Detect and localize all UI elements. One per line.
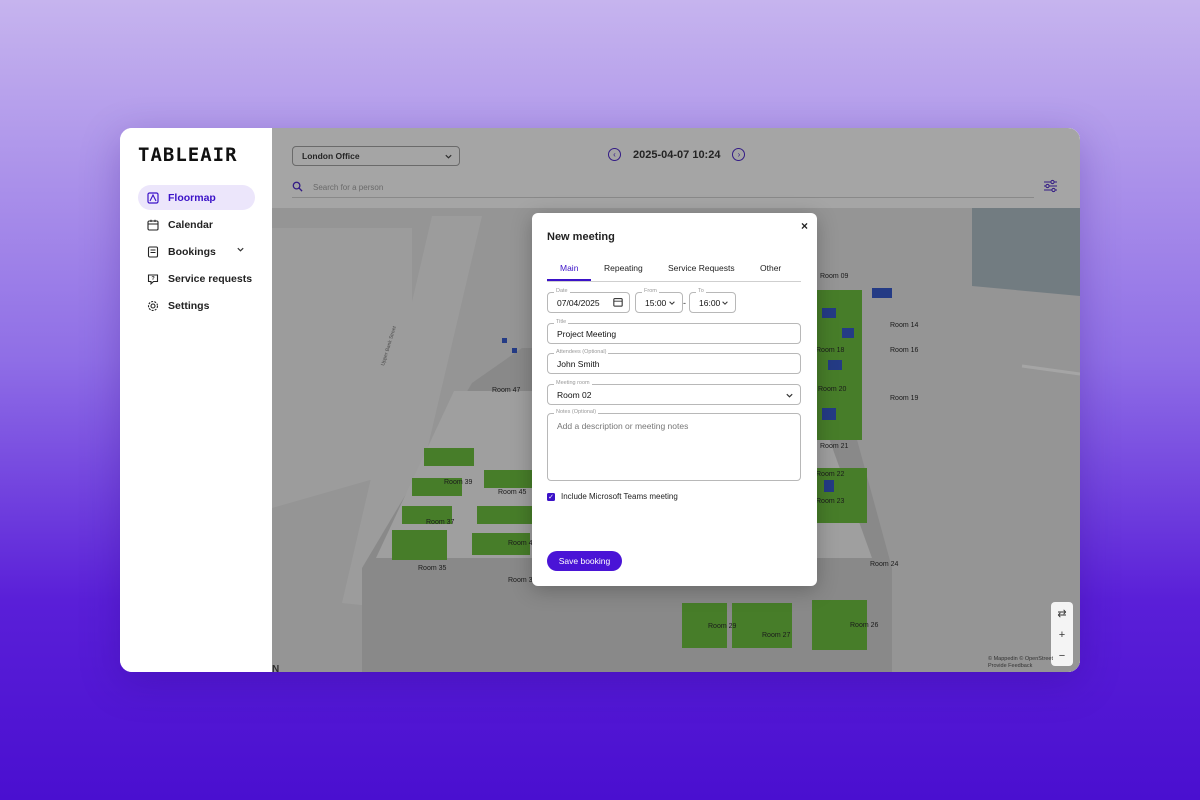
from-value: 15:00 <box>645 297 667 308</box>
sidebar-item-label: Floormap <box>168 191 216 204</box>
teams-checkbox-row[interactable]: ✓ Include Microsoft Teams meeting <box>547 492 678 501</box>
attendees-value: John Smith <box>557 358 600 369</box>
meeting-room-value: Room 02 <box>557 389 592 400</box>
from-time-select[interactable]: From 15:00 <box>635 288 683 313</box>
chevron-down-icon <box>721 299 729 309</box>
to-value: 16:00 <box>699 297 721 308</box>
chevron-down-icon <box>668 299 676 309</box>
dialog-title: New meeting <box>547 231 615 243</box>
meeting-room-select[interactable]: Meeting room Room 02 <box>547 380 801 405</box>
date-value: 07/04/2025 <box>557 297 600 308</box>
date-field[interactable]: Date 07/04/2025 <box>547 288 630 313</box>
time-separator: - <box>683 298 686 308</box>
date-label: Date <box>554 288 570 294</box>
sidebar-nav: Floormap Calendar Bookings ? Service req… <box>138 185 255 320</box>
sidebar: TABLEAIR Floormap Calendar Bookings ? Se… <box>120 128 272 672</box>
to-time-select[interactable]: To 16:00 <box>689 288 736 313</box>
chevron-down-icon <box>785 391 794 402</box>
teams-checkbox[interactable]: ✓ <box>547 492 555 501</box>
feedback-link[interactable]: Provide Feedback <box>988 663 1053 670</box>
sidebar-item-calendar[interactable]: Calendar <box>138 212 255 237</box>
tab-repeating[interactable]: Repeating <box>604 263 643 273</box>
title-label: Title <box>554 319 569 325</box>
chevron-down-icon[interactable] <box>236 245 245 257</box>
notes-placeholder: Add a description or meeting notes <box>557 421 689 431</box>
sidebar-item-bookings[interactable]: Bookings <box>138 239 255 264</box>
zoom-in-button[interactable]: + <box>1059 629 1065 641</box>
meeting-room-label: Meeting room <box>554 380 592 386</box>
toggle-view-icon[interactable]: ⇄ <box>1057 607 1066 620</box>
notes-field[interactable]: Notes (Optional) Add a description or me… <box>547 409 801 481</box>
app-window: TABLEAIR Floormap Calendar Bookings ? Se… <box>120 128 1080 672</box>
app-logo: TABLEAIR <box>138 144 238 166</box>
sidebar-item-label: Bookings <box>168 245 216 258</box>
zoom-out-button[interactable]: − <box>1059 650 1065 662</box>
sidebar-item-settings[interactable]: Settings <box>138 293 255 318</box>
sidebar-item-floormap[interactable]: Floormap <box>138 185 255 210</box>
attribution-text[interactable]: © Mappedin © OpenStreet <box>988 656 1053 663</box>
map-controls: ⇄ + − <box>1051 602 1073 666</box>
floormap-icon <box>146 191 160 205</box>
tab-service-requests[interactable]: Service Requests <box>668 263 735 273</box>
tab-main[interactable]: Main <box>560 263 578 273</box>
gear-icon <box>146 299 160 313</box>
calendar-icon[interactable] <box>613 297 623 309</box>
sidebar-item-label: Calendar <box>168 218 213 231</box>
save-booking-button[interactable]: Save booking <box>547 551 622 571</box>
from-label: From <box>642 288 659 294</box>
new-meeting-dialog: × New meeting Main Repeating Service Req… <box>532 213 817 586</box>
to-label: To <box>696 288 706 294</box>
title-field[interactable]: Title Project Meeting <box>547 319 801 344</box>
close-icon[interactable]: × <box>801 219 808 233</box>
attendees-label: Attendees (Optional) <box>554 349 609 355</box>
attendees-field[interactable]: Attendees (Optional) John Smith <box>547 349 801 374</box>
map-attribution: © Mappedin © OpenStreet Provide Feedback <box>988 656 1053 670</box>
tab-other[interactable]: Other <box>760 263 781 273</box>
title-value: Project Meeting <box>557 328 617 339</box>
calendar-icon <box>146 218 160 232</box>
sidebar-item-service-requests[interactable]: ? Service requests <box>138 266 255 291</box>
sidebar-item-label: Service requests <box>168 272 253 285</box>
sidebar-item-label: Settings <box>168 299 210 312</box>
dialog-tabs: Main Repeating Service Requests Other <box>547 259 801 282</box>
teams-checkbox-label: Include Microsoft Teams meeting <box>561 492 678 501</box>
bookings-icon <box>146 245 160 259</box>
active-tab-indicator <box>547 279 591 281</box>
notes-label: Notes (Optional) <box>554 409 599 415</box>
service-icon: ? <box>146 272 160 286</box>
